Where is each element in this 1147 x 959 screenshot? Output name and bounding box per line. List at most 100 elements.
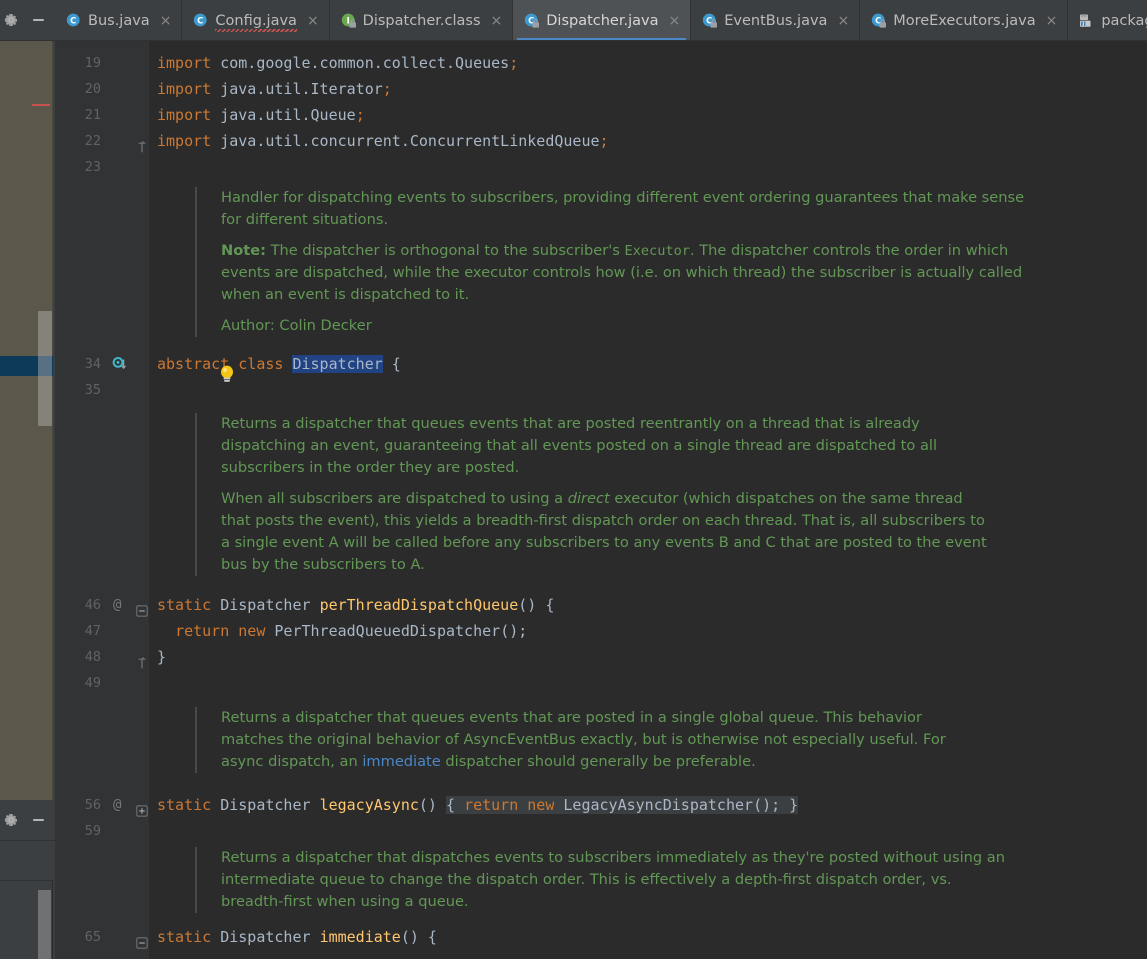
code-token: } <box>780 796 799 814</box>
code-text: static Dispatcher perThreadDispatchQueue… <box>157 592 554 618</box>
javadoc-block: Returns a dispatcher that dispatches eve… <box>195 847 1010 913</box>
code-token: () { <box>518 596 555 614</box>
code-token: ; <box>355 106 365 124</box>
code-token: com.google.common.collect.Queues <box>211 54 510 72</box>
line-number: 23 <box>84 159 101 175</box>
code-token: PerThreadQueuedDispatcher <box>265 622 501 640</box>
code-token: java.util.Queue <box>211 106 356 124</box>
javadoc-paragraph: When all subscribers are dispatched to u… <box>221 490 987 573</box>
annotation-marker-icon[interactable]: @ <box>113 792 121 818</box>
close-icon[interactable]: × <box>666 14 682 28</box>
code-token: static <box>157 796 212 814</box>
tab-label: Config.java <box>215 12 297 32</box>
code-text: import java.util.concurrent.ConcurrentLi… <box>157 128 609 154</box>
line-number: 56 <box>84 797 101 813</box>
code-line[interactable]: 21 import java.util.Queue; <box>55 102 1147 128</box>
editor-tab-package-in[interactable]: Jpackage-in <box>1068 0 1147 40</box>
code-text: import java.util.Queue; <box>157 102 365 128</box>
editor-tab-eventbus-java[interactable]: C EventBus.java × <box>691 0 861 40</box>
code-line[interactable]: 59 <box>55 818 1147 844</box>
structure-map-panel[interactable] <box>0 41 53 800</box>
package-info-icon: J <box>1078 12 1095 29</box>
code-line[interactable]: 49 <box>55 670 1147 696</box>
fold-open-icon[interactable] <box>136 599 148 617</box>
editor-tab-config-java[interactable]: C Config.java × <box>182 0 330 40</box>
code-line[interactable]: 22 import java.util.concurrent.Concurrent… <box>55 128 1147 154</box>
editor-tab-dispatcher-java[interactable]: C Dispatcher.java × <box>513 0 692 40</box>
javadoc-paragraph: Returns a dispatcher that dispatches eve… <box>221 849 1005 910</box>
svg-text:J: J <box>1082 21 1085 27</box>
code-text: static Dispatcher immediate() { <box>157 924 437 950</box>
code-token: Dispatcher <box>220 596 311 614</box>
code-token: legacyAsync <box>319 796 419 814</box>
close-icon[interactable]: × <box>1044 14 1060 28</box>
javadoc-paragraph: Author: Colin Decker <box>221 317 372 334</box>
close-icon[interactable]: × <box>305 14 321 28</box>
line-number: 59 <box>84 823 101 839</box>
tab-label: MoreExecutors.java <box>893 12 1036 29</box>
line-number: 65 <box>84 929 101 945</box>
code-token: return <box>175 622 230 640</box>
code-line[interactable]: 23 <box>55 154 1147 180</box>
code-token: import <box>157 54 212 72</box>
code-line[interactable]: 65 static Dispatcher immediate() { <box>55 924 1147 950</box>
line-number: 22 <box>84 133 101 149</box>
code-editor[interactable]: 19 import com.google.common.collect.Queue… <box>55 41 1147 959</box>
error-stripe-marker[interactable] <box>32 104 50 106</box>
code-line[interactable]: 19 import com.google.common.collect.Queue… <box>55 50 1147 76</box>
code-line[interactable]: 46 @ static Dispatcher perThreadDispatchQu… <box>55 592 1147 618</box>
fold-collapsed-icon[interactable] <box>136 799 148 817</box>
line-number: 49 <box>84 675 101 691</box>
minimize-icon[interactable] <box>31 812 45 828</box>
line-number: 47 <box>84 623 101 639</box>
line-number: 19 <box>84 55 101 71</box>
fold-open-icon[interactable] <box>136 931 148 949</box>
close-icon[interactable]: × <box>835 14 851 28</box>
editor-tab-bus-java[interactable]: C Bus.java × <box>55 0 183 40</box>
code-token: import <box>157 80 212 98</box>
code-token: Dispatcher <box>292 355 383 373</box>
code-text: abstract class Dispatcher { <box>157 351 401 377</box>
code-token: LegacyAsyncDispatcher <box>554 796 754 814</box>
code-text: import java.util.Iterator; <box>157 76 392 102</box>
close-icon[interactable]: × <box>489 14 505 28</box>
fold-end-icon[interactable] <box>136 651 148 669</box>
editor-tab-moreexecutors-java[interactable]: C MoreExecutors.java × <box>860 0 1069 40</box>
tab-label: Dispatcher.java <box>546 12 659 29</box>
code-line[interactable]: 47 return new PerThreadQueuedDispatcher(… <box>55 618 1147 644</box>
gear-icon[interactable] <box>3 812 19 828</box>
code-token: return <box>464 796 519 814</box>
code-token: } <box>157 648 167 666</box>
code-token: () { <box>400 928 437 946</box>
code-token: class <box>238 355 284 373</box>
code-text: static Dispatcher legacyAsync() { return… <box>157 792 799 818</box>
minimize-icon[interactable] <box>31 12 45 28</box>
code-line[interactable]: 56 @ static Dispatcher legacyAsync() { ret… <box>55 792 1147 818</box>
gear-icon[interactable] <box>3 12 19 28</box>
implemented-by-icon[interactable] <box>111 355 129 373</box>
ide-window: C Bus.java × C Config.java × I Dispatcher.class… <box>0 0 1147 959</box>
code-line[interactable]: 20 import java.util.Iterator; <box>55 76 1147 102</box>
code-token: ; <box>599 132 609 150</box>
code-line[interactable]: 48} <box>55 644 1147 670</box>
editor-tab-dispatcher-class[interactable]: I Dispatcher.class × <box>330 0 514 40</box>
code-token: java.util.Iterator <box>211 80 383 98</box>
annotation-marker-icon[interactable]: @ <box>113 592 121 618</box>
bottom-scrollbar-thumb[interactable] <box>38 890 51 959</box>
svg-text:C: C <box>70 15 76 25</box>
code-token: static <box>157 928 212 946</box>
intention-bulb-icon[interactable] <box>218 364 236 384</box>
fold-end-icon[interactable] <box>136 135 148 153</box>
close-icon[interactable]: × <box>158 14 174 28</box>
line-number: 46 <box>84 597 101 613</box>
line-number: 21 <box>84 107 101 123</box>
map-scrollbar-thumb[interactable] <box>38 311 52 426</box>
javadoc-paragraph: Handler for dispatching events to subscr… <box>221 189 1025 228</box>
code-token <box>518 796 528 814</box>
java-readonly-icon: C <box>870 12 887 29</box>
svg-text:I: I <box>346 15 349 25</box>
line-number: 48 <box>84 649 101 665</box>
